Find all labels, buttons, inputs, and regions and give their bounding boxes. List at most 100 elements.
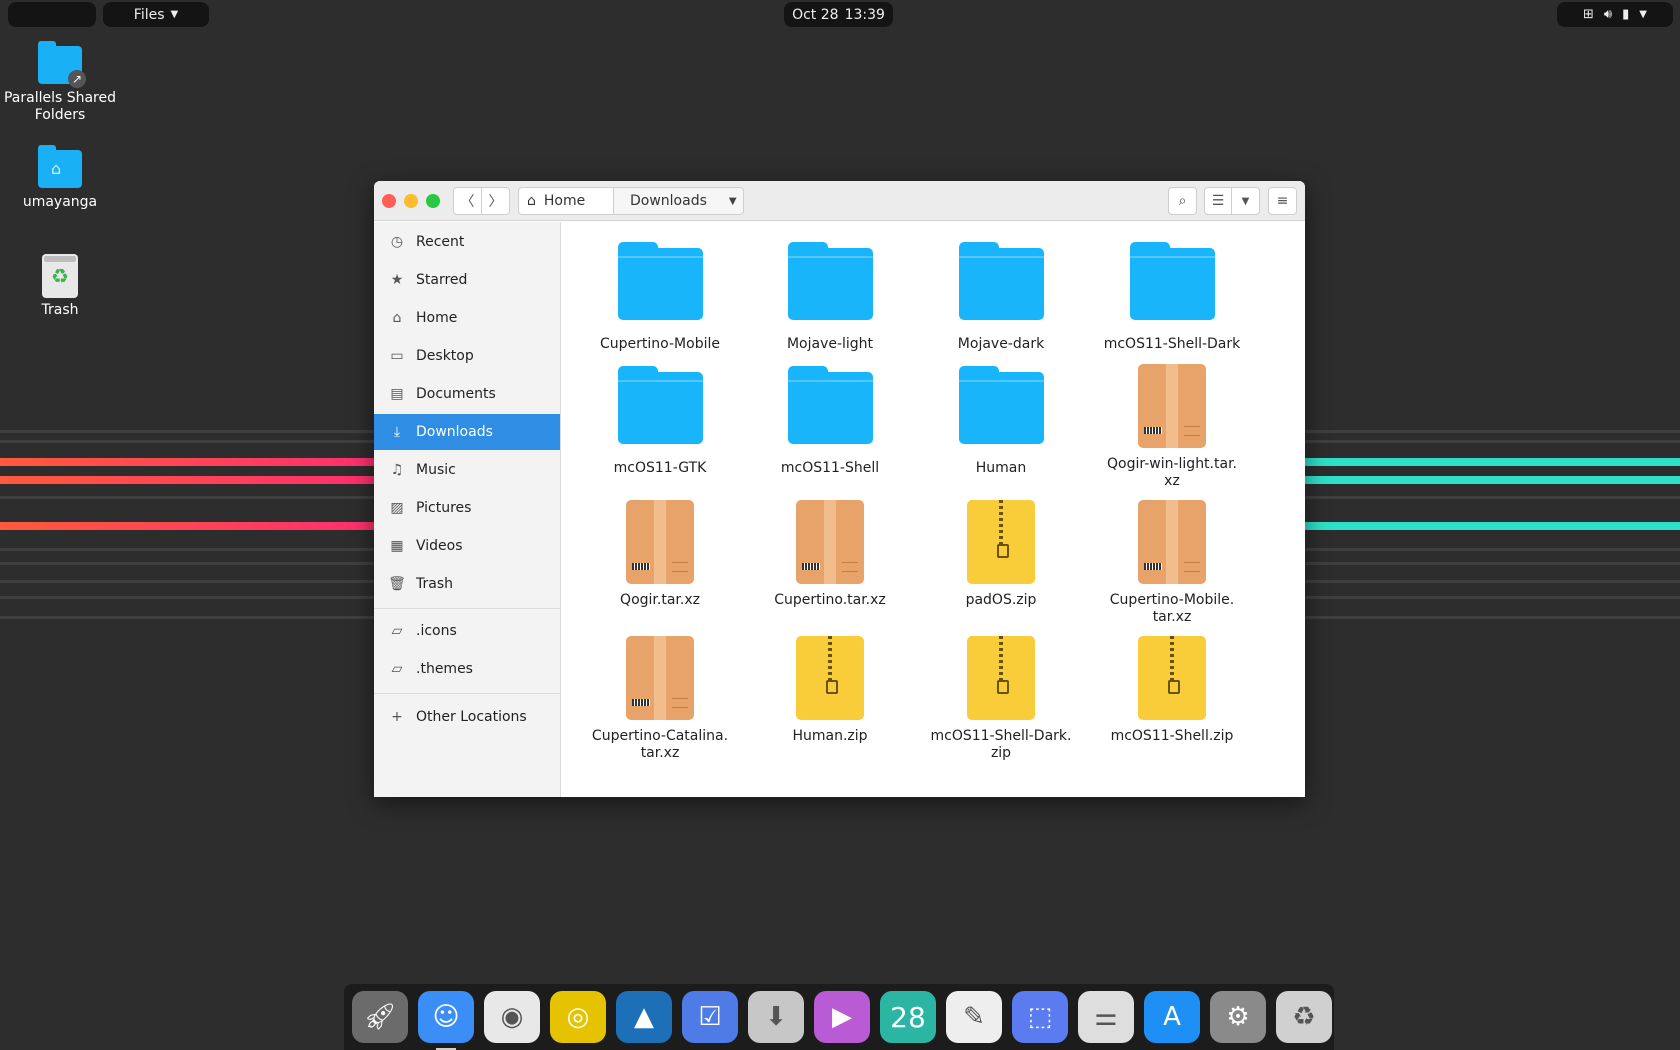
sidebar-item-documents[interactable]: ▤ Documents (374, 376, 560, 412)
sidebar-item-starred[interactable]: ★ Starred (374, 262, 560, 298)
sidebar-item-label: Other Locations (416, 709, 527, 725)
file-item[interactable]: mcOS11-Shell-Dark (1086, 240, 1258, 353)
clock-time: 13:39 (844, 6, 885, 23)
file-item[interactable]: Human (915, 364, 1087, 477)
file-item[interactable]: mcOS11-Shell.zip (1086, 636, 1258, 745)
sidebar-item-pictures[interactable]: ▨ Pictures (374, 490, 560, 526)
activities-button[interactable] (8, 2, 96, 27)
caret-down-icon: ▼ (728, 195, 737, 207)
file-name: Human (975, 460, 1027, 476)
calendar-icon[interactable]: 28 (880, 991, 936, 1043)
maximize-button[interactable] (426, 194, 440, 208)
folder-icon (1129, 242, 1215, 320)
app-menu-button[interactable]: Files ▼ (103, 2, 209, 27)
path-home-label: Home (543, 193, 586, 209)
sidebar-item-recent[interactable]: ◷ Recent (374, 224, 560, 260)
sidebar-item-label: Music (416, 462, 456, 478)
tasks-icon[interactable]: ☑ (682, 991, 738, 1043)
installer-icon[interactable]: ⬇ (748, 991, 804, 1043)
file-item[interactable]: Qogir-win-light.tar. xz (1086, 364, 1258, 490)
document-icon: ▤ (390, 386, 404, 402)
file-item[interactable]: Cupertino-Mobile (574, 240, 746, 353)
sidebar-item-icons-folder[interactable]: ▱ .icons (374, 613, 560, 649)
minimize-button[interactable] (404, 194, 418, 208)
sidebar-item-themes-folder[interactable]: ▱ .themes (374, 651, 560, 687)
clock-date: Oct 28 (792, 6, 839, 23)
file-item[interactable]: mcOS11-Shell (744, 364, 916, 477)
forward-button[interactable]: 〉 (481, 187, 510, 215)
file-item[interactable]: Cupertino-Catalina. tar.xz (574, 636, 746, 762)
sidebar-item-desktop[interactable]: ▭ Desktop (374, 338, 560, 374)
photo-booth-icon[interactable]: ◉ (484, 991, 540, 1043)
desktop-icon: ▭ (390, 348, 404, 364)
file-name: Human.zip (792, 728, 868, 744)
sidebar-item-trash[interactable]: 🗑︎ Trash (374, 566, 560, 602)
text-editor-icon[interactable]: ✎ (946, 991, 1002, 1043)
file-item[interactable]: Human.zip (744, 636, 916, 745)
launchpad-icon[interactable]: 🚀︎ (352, 991, 408, 1043)
path-current-button[interactable]: Downloads ▼ (613, 187, 744, 215)
sidebar-item-label: .themes (416, 661, 473, 677)
tar-archive-icon (626, 500, 694, 584)
rhythmbox-icon[interactable]: ◎ (550, 991, 606, 1043)
system-status-button[interactable]: ⊞ 🔊︎ ▮ ▼ (1557, 2, 1673, 27)
file-item[interactable]: Mojave-light (744, 240, 916, 353)
tweaks-icon[interactable]: ⚌ (1078, 991, 1134, 1043)
file-item[interactable]: Qogir.tar.xz (574, 500, 746, 609)
file-item[interactable]: mcOS11-Shell-Dark. zip (915, 636, 1087, 762)
zip-archive-icon (1138, 636, 1206, 720)
tar-archive-icon (796, 500, 864, 584)
desktop-icon-home[interactable]: ⌂ umayanga (0, 145, 120, 211)
folder-icon (787, 242, 873, 320)
sidebar-item-other-locations[interactable]: + Other Locations (374, 699, 560, 735)
file-name: Cupertino.tar.xz (774, 592, 886, 608)
desktop-icon-trash[interactable]: ♻ Trash (0, 254, 120, 319)
file-name: Qogir.tar.xz (620, 592, 700, 608)
sidebar-item-music[interactable]: ♫ Music (374, 452, 560, 488)
finder-icon[interactable]: ☺ (418, 991, 474, 1050)
file-item[interactable]: Cupertino.tar.xz (744, 500, 916, 609)
file-manager-window: 〈 〉 ⌂ Home Downloads ▼ ⌕ ☰ ▼ ≡ ◷ Recent … (374, 181, 1305, 797)
list-view-icon: ☰ (1211, 193, 1225, 209)
folder-icon: ▱ (391, 661, 403, 677)
folder-icon (617, 242, 703, 320)
caret-down-icon: ▼ (1639, 9, 1647, 20)
file-name: padOS.zip (965, 592, 1037, 608)
sidebar-item-downloads[interactable]: ⤓ Downloads (374, 414, 560, 450)
file-item[interactable]: Cupertino-Mobile. tar.xz (1086, 500, 1258, 626)
volume-icon: 🔊︎ (1603, 7, 1613, 22)
tar-archive-icon (1138, 500, 1206, 584)
sidebar-separator (374, 608, 560, 609)
video-player-icon[interactable]: ▶ (814, 991, 870, 1043)
trash-icon[interactable]: ♻ (1276, 991, 1332, 1043)
file-item[interactable]: Mojave-dark (915, 240, 1087, 353)
file-item[interactable]: mcOS11-GTK (574, 364, 746, 477)
clock-button[interactable]: Oct 28 13:39 (784, 2, 893, 27)
view-options-button[interactable]: ▼ (1231, 187, 1260, 215)
file-item[interactable]: padOS.zip (915, 500, 1087, 609)
dock: 🚀︎ ☺ ◉ ◎ ▲ ☑ ⬇ ▶ 28 ✎ ⬚ ⚌ A ⚙ ♻ (344, 984, 1334, 1050)
view-mode-button[interactable]: ☰ (1204, 187, 1232, 215)
close-button[interactable] (382, 194, 396, 208)
file-name: Cupertino-Mobile (600, 336, 720, 352)
header-bar: 〈 〉 ⌂ Home Downloads ▼ ⌕ ☰ ▼ ≡ (374, 181, 1305, 221)
zip-archive-icon (796, 636, 864, 720)
path-home-button[interactable]: ⌂ Home (518, 187, 614, 215)
back-button[interactable]: 〈 (453, 187, 482, 215)
chevron-left-icon: 〈 (460, 194, 475, 210)
home-folder-icon: ⌂ (38, 145, 82, 188)
file-name: Mojave-light (786, 336, 874, 352)
sidebar-item-home[interactable]: ⌂ Home (374, 300, 560, 336)
home-icon: ⌂ (527, 193, 536, 209)
sidebar-item-label: Recent (416, 234, 465, 250)
settings-icon[interactable]: ⚙ (1210, 991, 1266, 1043)
app-store-icon[interactable]: A (1144, 991, 1200, 1043)
sidebar-item-videos[interactable]: ▦ Videos (374, 528, 560, 564)
screenshot-icon[interactable]: ⬚ (1012, 991, 1068, 1043)
sidebar-item-label: Home (416, 310, 458, 326)
image-viewer-icon[interactable]: ▲ (616, 991, 672, 1043)
search-button[interactable]: ⌕ (1168, 187, 1197, 215)
main-menu-button[interactable]: ≡ (1268, 187, 1297, 215)
desktop-icon-shared-folders[interactable]: ↗ Parallels Shared Folders (0, 41, 120, 124)
file-grid: Cupertino-Mobile Mojave-light Mojave-dark m… (561, 222, 1305, 797)
